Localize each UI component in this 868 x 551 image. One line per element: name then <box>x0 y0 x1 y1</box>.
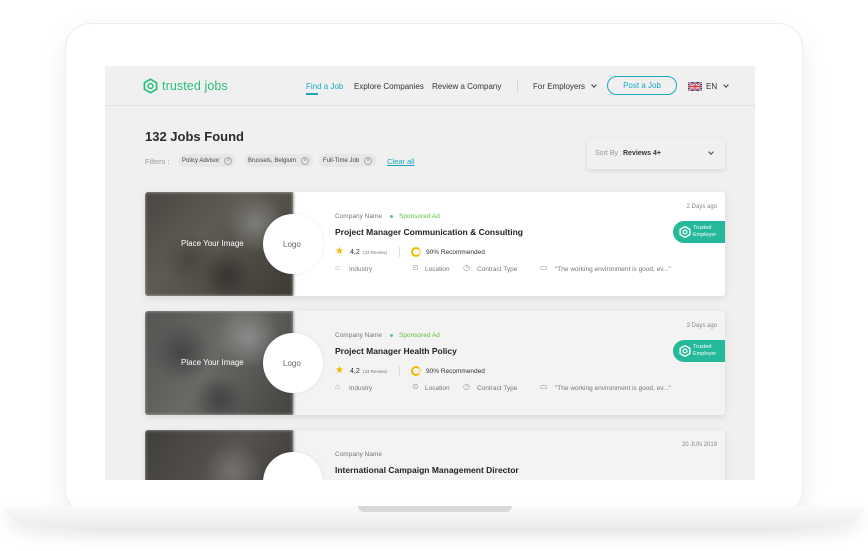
nav-review-company[interactable]: Review a Company <box>432 82 501 91</box>
contract-type-label: Contract Type <box>477 266 518 273</box>
posted-date: 20 JUN 2019 <box>681 442 717 448</box>
company-name[interactable]: Company Name <box>335 213 382 220</box>
company-logo-text: Logo <box>283 240 301 249</box>
nav-active-indicator <box>306 93 318 95</box>
chevron-down-icon <box>591 82 597 88</box>
location-pin-icon: ⊙ <box>412 263 419 272</box>
sort-value: Reviews 4+ <box>623 150 661 157</box>
recommended-text: 90% Recommended <box>426 368 485 375</box>
chevron-down-icon <box>723 82 729 88</box>
nav-for-employers[interactable]: For Employers <box>533 82 597 91</box>
job-title[interactable]: Project Manager Health Policy <box>335 346 457 356</box>
chip-label: Policy Advisor <box>182 157 220 164</box>
separator-dot <box>390 334 393 337</box>
rating-divider <box>399 247 400 257</box>
close-icon[interactable]: × <box>301 156 310 165</box>
close-icon[interactable]: × <box>224 156 233 165</box>
recommended-text: 90% Recommended <box>426 249 485 256</box>
nav-explore-companies[interactable]: Explore Companies <box>354 82 424 91</box>
company-name[interactable]: Company Name <box>335 332 382 339</box>
industry-label: Industry <box>349 266 373 273</box>
logo-hexagon-icon <box>679 226 691 238</box>
top-navbar: trusted jobs Find a Job Explore Companie… <box>105 66 755 106</box>
review-count: (33 Review) <box>363 250 388 255</box>
job-card[interactable]: Place Your Image Logo Company Name Spons… <box>145 192 725 296</box>
language-label: EN <box>706 82 718 91</box>
language-selector[interactable]: EN <box>706 82 729 91</box>
job-card[interactable]: Company Name International Campaign Mana… <box>145 430 725 480</box>
review-quote: "The working environment is good, ev..." <box>555 266 671 273</box>
recommended-ring-icon <box>411 366 421 376</box>
chip-label: Brussels, Belgium <box>248 157 297 164</box>
app-screen: trusted jobs Find a Job Explore Companie… <box>105 66 755 480</box>
comment-icon: ▭ <box>540 382 548 391</box>
industry-label: Industry <box>349 385 373 392</box>
trusted-employer-badge: Trusted Employer <box>673 221 725 243</box>
chevron-down-icon <box>708 149 714 155</box>
contract-type-label: Contract Type <box>477 385 518 392</box>
review-count: (33 Review) <box>363 369 388 374</box>
uk-flag-icon[interactable] <box>688 82 702 91</box>
filter-chip-policy-advisor[interactable]: Policy Advisor × <box>178 154 237 167</box>
chip-label: Full-Time Job <box>323 157 360 164</box>
logo-hexagon-icon <box>679 345 691 357</box>
clock-icon: ◷ <box>463 263 470 272</box>
filter-chip-brussels[interactable]: Brussels, Belgium × <box>244 154 314 167</box>
results-count-title: 132 Jobs Found <box>145 129 244 144</box>
rating-divider <box>399 366 400 376</box>
review-quote: "The working environment is good, ev..." <box>555 385 671 392</box>
posted-date: 3 Days ago <box>686 323 717 329</box>
brand-logo[interactable]: trusted jobs <box>143 78 228 94</box>
location-pin-icon: ⊙ <box>412 382 419 391</box>
badge-text: Trusted Employer <box>693 225 717 238</box>
badge-text: Trusted Employer <box>693 344 717 357</box>
comment-icon: ▭ <box>540 263 548 272</box>
close-icon[interactable]: × <box>364 156 373 165</box>
job-title[interactable]: Project Manager Communication & Consulti… <box>335 227 523 237</box>
clock-icon: ◷ <box>463 382 470 391</box>
sponsored-label: Sponsored Ad <box>399 332 440 339</box>
image-placeholder-text: Place Your Image <box>181 239 244 248</box>
star-icon: ★ <box>335 365 344 376</box>
job-card[interactable]: Place Your Image Logo Company Name Spons… <box>145 311 725 415</box>
rating-value: 4,2 <box>350 249 360 256</box>
recommended-ring-icon <box>411 247 421 257</box>
rating-value: 4,2 <box>350 368 360 375</box>
filters-label: Filters : <box>145 157 170 166</box>
trusted-employer-badge: Trusted Employer <box>673 340 725 362</box>
post-job-button[interactable]: Post a Job <box>607 76 677 95</box>
tag-icon: ⌂ <box>335 382 340 391</box>
star-icon: ★ <box>335 246 344 257</box>
laptop-notch <box>358 506 512 512</box>
image-placeholder-text: Place Your Image <box>181 358 244 367</box>
sort-label: Sort By : <box>595 150 622 157</box>
location-label: Location <box>425 266 450 273</box>
for-employers-label: For Employers <box>533 82 586 91</box>
sort-dropdown[interactable]: Sort By : Reviews 4+ <box>587 139 725 169</box>
logo-hexagon-icon <box>143 78 158 94</box>
company-logo-text: Logo <box>283 359 301 368</box>
filter-chip-full-time[interactable]: Full-Time Job × <box>319 154 377 167</box>
posted-date: 2 Days ago <box>686 204 717 210</box>
brand-name: trusted jobs <box>162 79 228 93</box>
location-label: Location <box>425 385 450 392</box>
nav-divider <box>517 79 518 93</box>
sponsored-label: Sponsored Ad <box>399 213 440 220</box>
company-name[interactable]: Company Name <box>335 451 382 458</box>
nav-find-job[interactable]: Find a Job <box>306 82 343 91</box>
clear-all-filters-link[interactable]: Clear all <box>387 157 415 166</box>
job-title[interactable]: International Campaign Management Direct… <box>335 465 519 475</box>
tag-icon: ⌂ <box>335 263 340 272</box>
separator-dot <box>390 215 393 218</box>
